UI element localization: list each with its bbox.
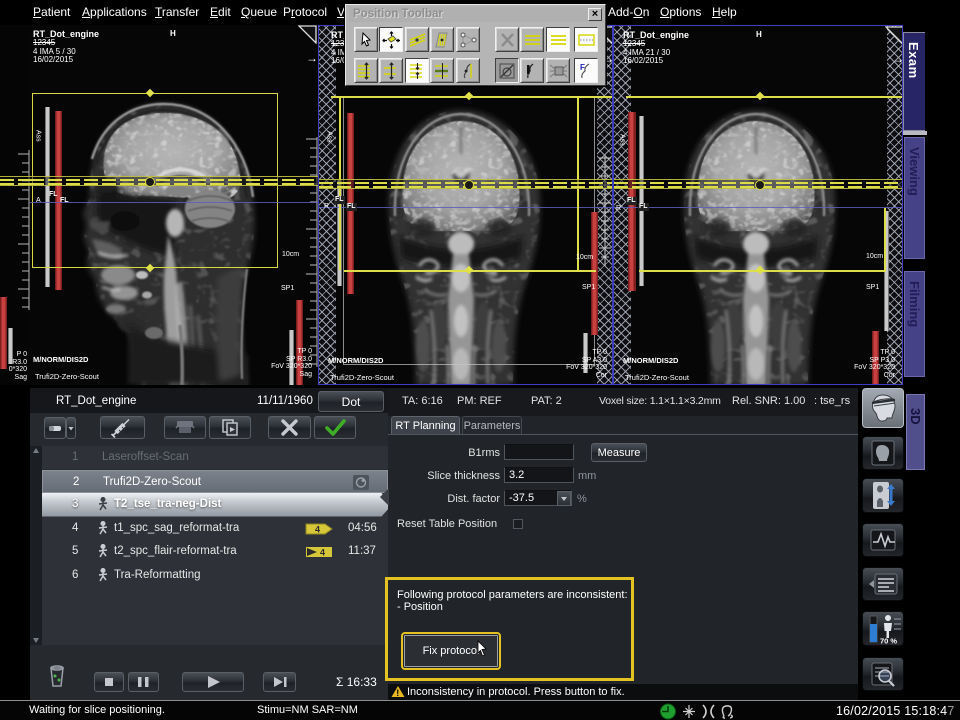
svg-text:4: 4 xyxy=(320,548,325,558)
svg-text:F: F xyxy=(580,63,585,72)
svg-text:70 %: 70 % xyxy=(880,637,897,646)
svg-text:4: 4 xyxy=(315,524,320,534)
svg-text:!: ! xyxy=(396,688,399,698)
